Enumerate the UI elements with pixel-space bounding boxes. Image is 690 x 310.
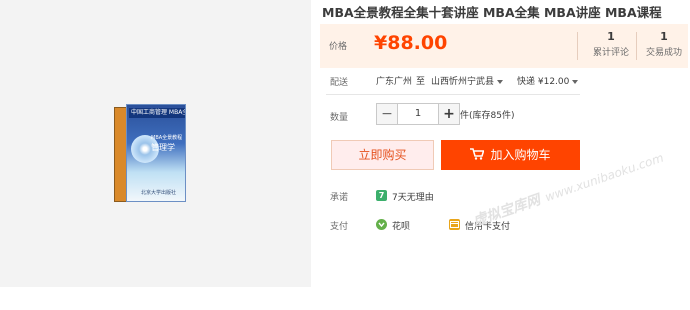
stat-sales-count: 1 [660, 30, 668, 43]
stat-sales[interactable]: 1 交易成功 [636, 30, 690, 58]
promise-text[interactable]: 7天无理由 [392, 190, 434, 203]
stock-text: 件(库存85件) [460, 111, 515, 121]
add-to-cart-label: 加入购物车 [490, 148, 551, 162]
price-panel: 价格 ¥88.00 1 累计评论 1 交易成功 [320, 24, 688, 68]
payment-label: 支付 [330, 222, 349, 232]
price-value: ¥88.00 [374, 32, 448, 54]
stat-sales-label: 交易成功 [645, 48, 682, 58]
quantity-minus-button[interactable]: − [376, 103, 398, 125]
stat-reviews-label: 累计评论 [592, 48, 629, 58]
product-image[interactable]: 中国工商管理 MBA全景教程 MBA全景教程 管理学 北京大学出版社 [114, 104, 186, 202]
product-box-subtitle: MBA全景教程 [151, 135, 183, 141]
quantity-plus-button[interactable]: + [438, 103, 460, 125]
huabei-icon [376, 219, 387, 230]
product-box-title: MBA全景教程 管理学 [151, 133, 182, 153]
stat-reviews-count: 1 [607, 30, 615, 43]
buy-now-button[interactable]: 立即购买 [331, 140, 434, 170]
caret-down-icon [497, 79, 504, 84]
add-to-cart-button[interactable]: 加入购物车 [441, 140, 580, 170]
shipping-from: 广东广州 [376, 77, 413, 87]
shipping-method-select[interactable]: 快递 ¥12.00 [517, 74, 579, 87]
shipping-to-word: 至 [416, 77, 426, 87]
price-label: 价格 [329, 42, 348, 52]
cart-icon [470, 141, 485, 171]
shipping-destination: 山西忻州宁武县 [431, 77, 495, 87]
shipping-method: 快递 ¥12.00 [517, 77, 570, 87]
quantity-stepper[interactable]: − 1 + [376, 103, 460, 125]
caret-down-icon [572, 79, 579, 84]
credit-card-icon [449, 219, 460, 230]
promise-label: 承诺 [330, 193, 349, 203]
divider [326, 94, 580, 95]
shipping-label: 配送 [330, 78, 349, 88]
product-box-publisher: 北京大学出版社 [141, 190, 177, 196]
quantity-input[interactable]: 1 [398, 103, 438, 125]
shipping-destination-select[interactable]: 山西忻州宁武县 [431, 74, 504, 87]
product-box-badge: 中国工商管理 MBA全景教程 [129, 108, 185, 118]
product-box-cover-title: 管理学 [151, 143, 175, 152]
product-box-front: 中国工商管理 MBA全景教程 MBA全景教程 管理学 北京大学出版社 [126, 104, 186, 202]
check-chip-icon: 7 [376, 190, 387, 201]
product-title: MBA全景教程全集十套讲座 MBA全集 MBA讲座 MBA课程 [322, 5, 662, 20]
stat-divider [577, 32, 578, 60]
quantity-label: 数量 [330, 113, 349, 123]
stat-reviews[interactable]: 1 累计评论 [583, 30, 639, 58]
payment-huabei[interactable]: 花呗 [392, 219, 410, 232]
product-image-panel: 中国工商管理 MBA全景教程 MBA全景教程 管理学 北京大学出版社 [0, 0, 311, 287]
